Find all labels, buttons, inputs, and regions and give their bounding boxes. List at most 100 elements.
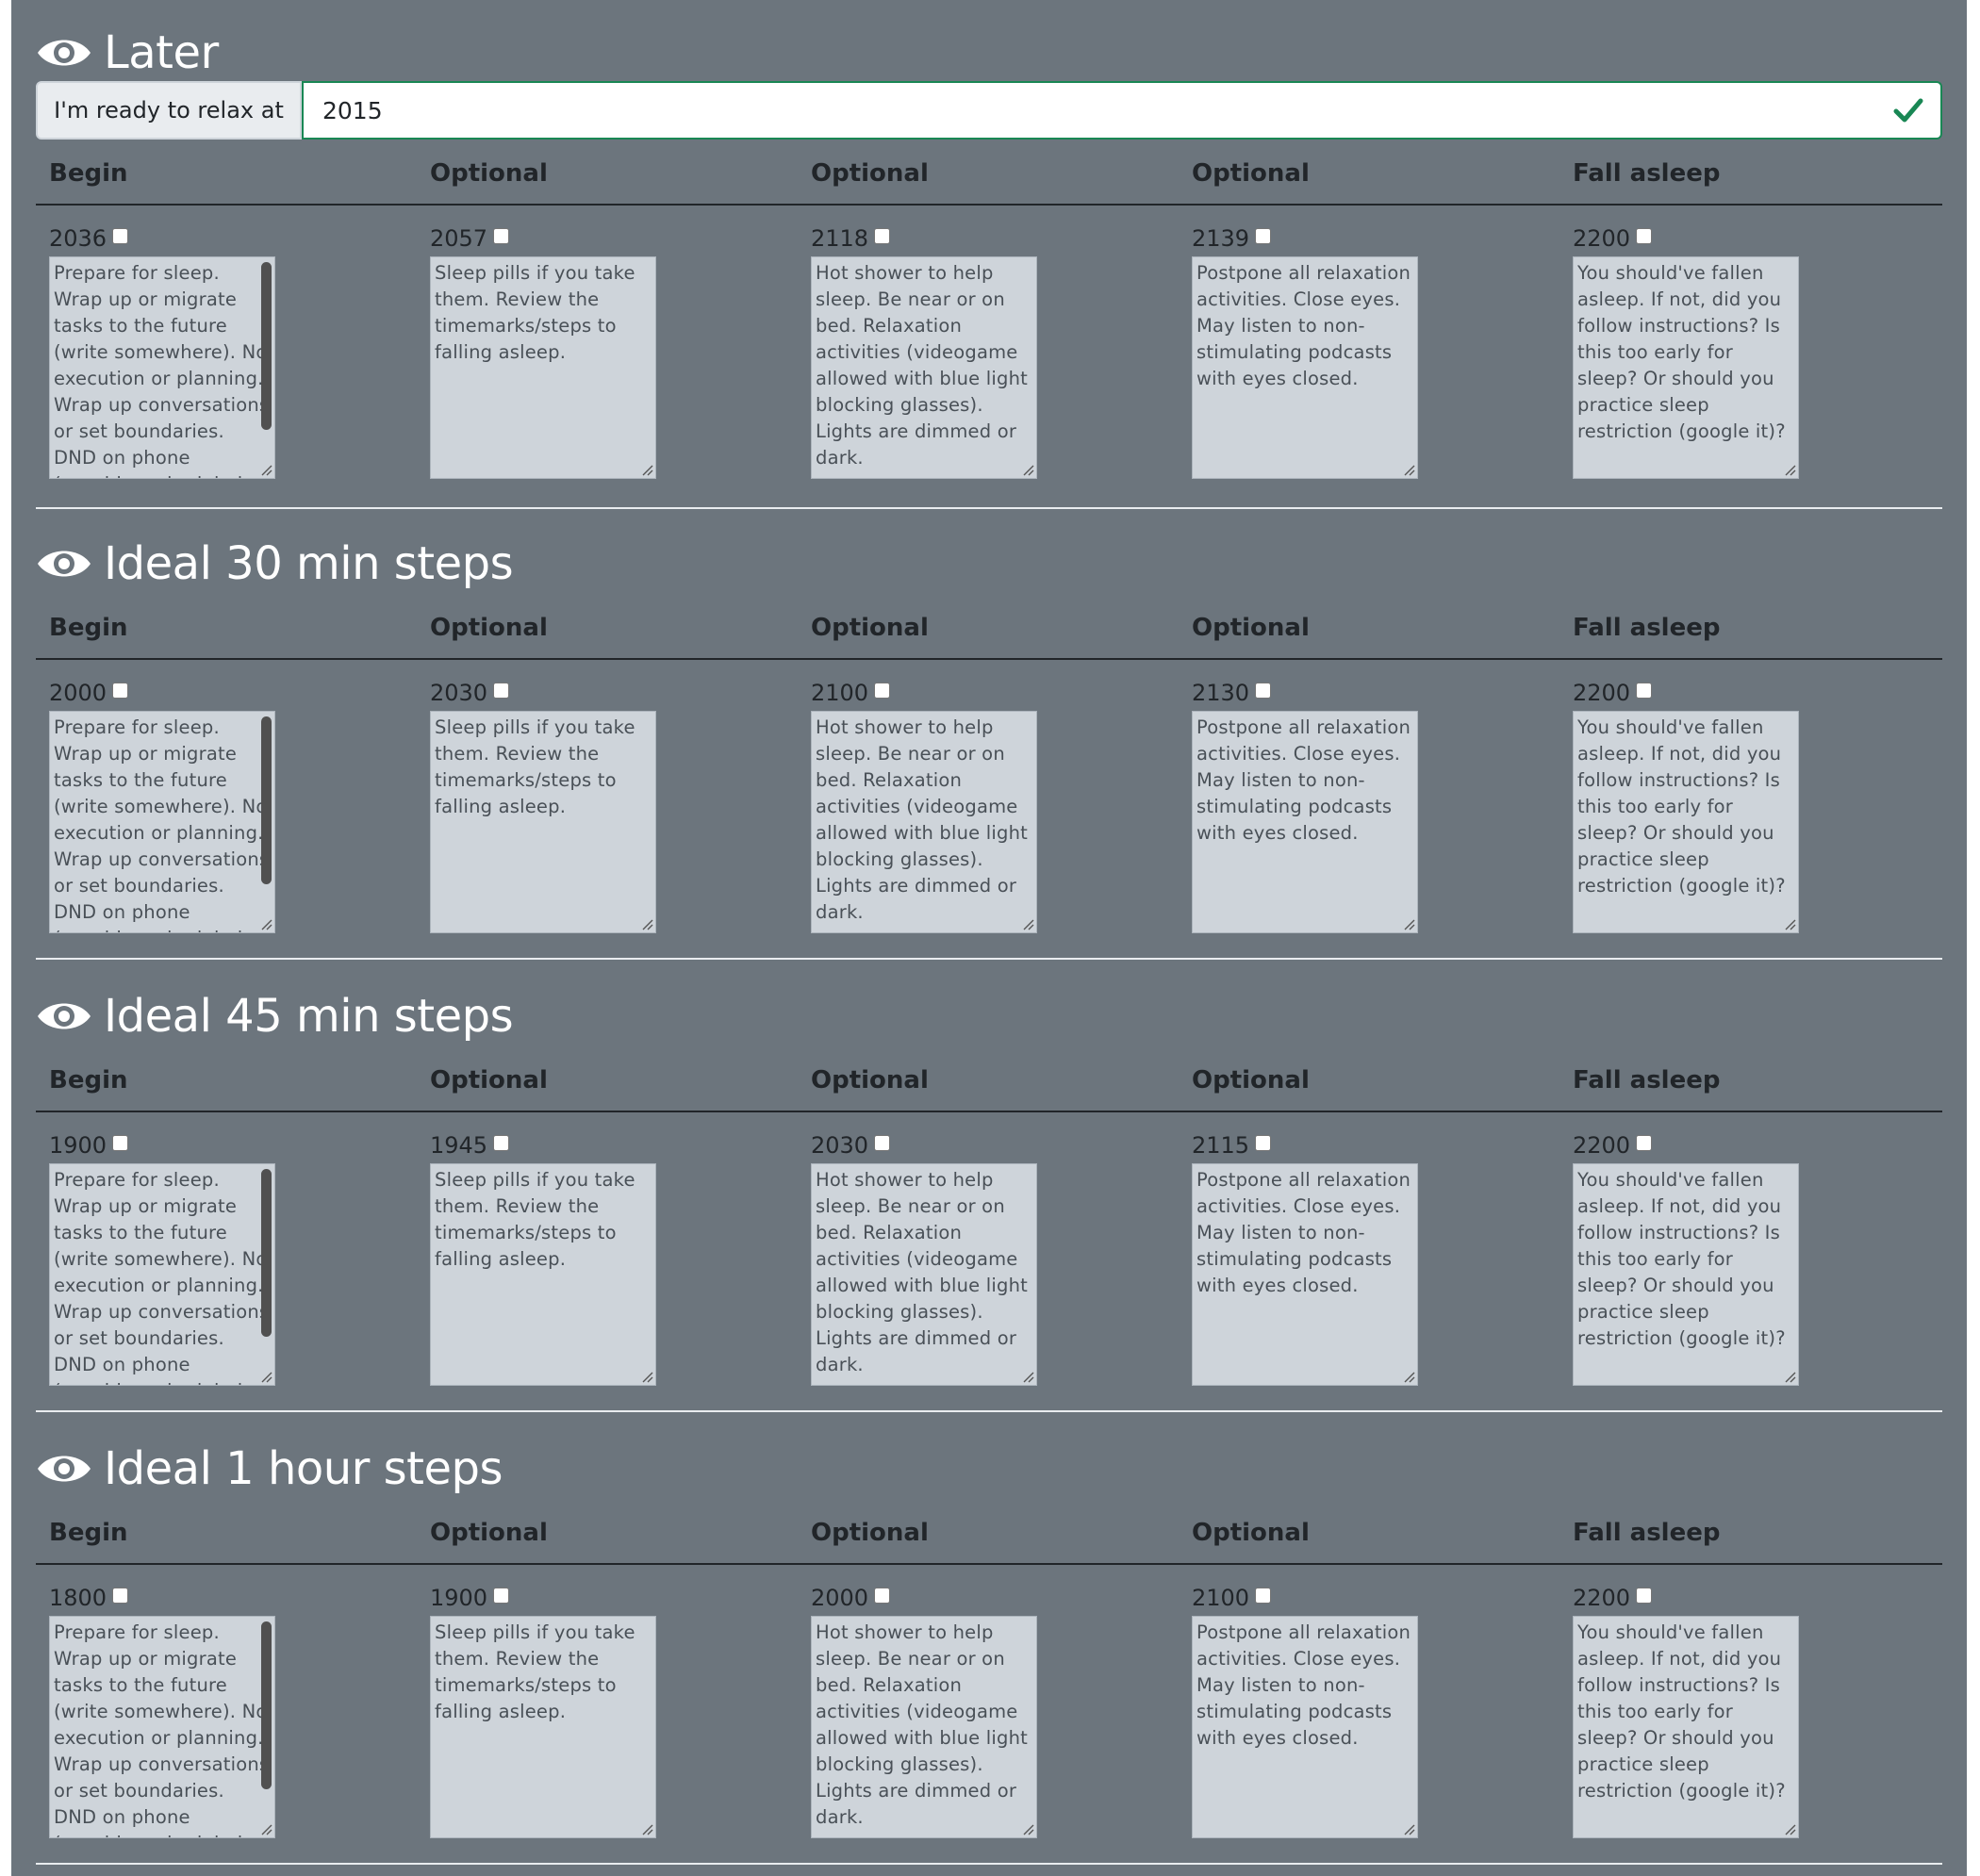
step-done-checkbox[interactable] xyxy=(112,682,129,699)
step-done-checkbox[interactable] xyxy=(112,227,129,244)
step-time-row: 2200 xyxy=(1573,222,1940,255)
step-time: 2200 xyxy=(1573,680,1631,706)
column-header-begin: Begin xyxy=(49,159,128,188)
step-notes-textarea[interactable]: You should've fallen asleep. If not, did… xyxy=(1573,1163,1799,1386)
step-done-checkbox[interactable] xyxy=(874,1134,891,1151)
step-notes-textarea[interactable]: Hot shower to help sleep. Be near or on … xyxy=(811,1163,1037,1386)
step-time-row: 2000 xyxy=(811,1582,1179,1614)
section-heading: Ideal 1 hour steps xyxy=(36,1439,503,1499)
step-time-row: 2118 xyxy=(811,222,1179,255)
resize-grip-icon[interactable] xyxy=(1402,1370,1415,1383)
column-header-optional-2: Optional xyxy=(811,159,929,188)
step-notes-textarea[interactable]: Hot shower to help sleep. Be near or on … xyxy=(811,256,1037,479)
step-done-checkbox[interactable] xyxy=(874,1587,891,1604)
eye-icon xyxy=(38,1456,91,1482)
step-notes-textarea[interactable]: Hot shower to help sleep. Be near or on … xyxy=(811,711,1037,933)
resize-grip-icon[interactable] xyxy=(1783,1822,1796,1835)
step-notes-textarea[interactable]: Prepare for sleep. Wrap up or migrate ta… xyxy=(49,711,275,933)
step-time: 2000 xyxy=(49,680,107,706)
step-done-checkbox[interactable] xyxy=(1636,1134,1653,1151)
step-time: 2118 xyxy=(811,225,869,252)
step-notes-textarea[interactable]: You should've fallen asleep. If not, did… xyxy=(1573,711,1799,933)
step-cell-optional-3: 2130 Postpone all relaxation activities. … xyxy=(1179,677,1559,933)
step-time-row: 2000 xyxy=(49,677,417,709)
column-header-begin: Begin xyxy=(49,1066,128,1094)
step-done-checkbox[interactable] xyxy=(1636,1587,1653,1604)
step-done-checkbox[interactable] xyxy=(1255,1134,1272,1151)
resize-grip-icon[interactable] xyxy=(640,1370,653,1383)
resize-grip-icon[interactable] xyxy=(259,1822,272,1835)
step-time: 1900 xyxy=(49,1132,107,1159)
step-done-checkbox[interactable] xyxy=(1255,227,1272,244)
step-notes-textarea[interactable]: Postpone all relaxation activities. Clos… xyxy=(1192,711,1418,933)
resize-grip-icon[interactable] xyxy=(1783,1370,1796,1383)
step-notes-text: Sleep pills if you take them. Review the… xyxy=(435,1169,635,1270)
resize-grip-icon[interactable] xyxy=(640,1822,653,1835)
relax-time-field[interactable] xyxy=(302,81,1942,140)
resize-grip-icon[interactable] xyxy=(1402,917,1415,930)
step-notes-textarea[interactable]: Postpone all relaxation activities. Clos… xyxy=(1192,1163,1418,1386)
step-cell-fall-asleep: 2200 You should've fallen asleep. If not,… xyxy=(1559,677,1940,933)
step-notes-textarea[interactable]: Hot shower to help sleep. Be near or on … xyxy=(811,1616,1037,1838)
textarea-scrollbar[interactable] xyxy=(261,1621,272,1789)
step-cell-optional-2: 2100 Hot shower to help sleep. Be near or… xyxy=(798,677,1179,933)
resize-grip-icon[interactable] xyxy=(1021,1822,1034,1835)
column-header-optional-1: Optional xyxy=(430,614,548,642)
resize-grip-icon[interactable] xyxy=(1021,463,1034,476)
step-done-checkbox[interactable] xyxy=(493,682,510,699)
step-notes-textarea[interactable]: Prepare for sleep. Wrap up or migrate ta… xyxy=(49,256,275,479)
step-notes-text: Postpone all relaxation activities. Clos… xyxy=(1196,1169,1411,1296)
resize-grip-icon[interactable] xyxy=(1402,463,1415,476)
step-notes-textarea[interactable]: Postpone all relaxation activities. Clos… xyxy=(1192,256,1418,479)
column-headers: Begin Optional Optional Optional Fall asleep xyxy=(36,600,1942,660)
step-notes-textarea[interactable]: You should've fallen asleep. If not, did… xyxy=(1573,256,1799,479)
step-done-checkbox[interactable] xyxy=(112,1134,129,1151)
step-done-checkbox[interactable] xyxy=(493,1134,510,1151)
step-done-checkbox[interactable] xyxy=(1255,682,1272,699)
step-time-row: 1945 xyxy=(430,1129,798,1161)
step-notes-textarea[interactable]: Sleep pills if you take them. Review the… xyxy=(430,1163,656,1386)
resize-grip-icon[interactable] xyxy=(1021,1370,1034,1383)
step-time-row: 2200 xyxy=(1573,677,1940,709)
resize-grip-icon[interactable] xyxy=(259,917,272,930)
step-time: 2130 xyxy=(1192,680,1250,706)
step-notes-textarea[interactable]: Sleep pills if you take them. Review the… xyxy=(430,256,656,479)
resize-grip-icon[interactable] xyxy=(1021,917,1034,930)
resize-grip-icon[interactable] xyxy=(1402,1822,1415,1835)
relax-time-input[interactable] xyxy=(304,83,1940,138)
step-notes-text: Postpone all relaxation activities. Clos… xyxy=(1196,262,1411,389)
textarea-scrollbar[interactable] xyxy=(261,1169,272,1337)
section-heading: Later xyxy=(36,23,219,83)
textarea-scrollbar[interactable] xyxy=(261,716,272,884)
step-done-checkbox[interactable] xyxy=(493,227,510,244)
textarea-scrollbar[interactable] xyxy=(261,262,272,430)
step-done-checkbox[interactable] xyxy=(1255,1587,1272,1604)
step-time: 2200 xyxy=(1573,225,1631,252)
step-done-checkbox[interactable] xyxy=(112,1587,129,1604)
column-header-optional-2: Optional xyxy=(811,614,929,642)
column-header-optional-1: Optional xyxy=(430,1519,548,1547)
resize-grip-icon[interactable] xyxy=(640,917,653,930)
step-time-row: 2139 xyxy=(1192,222,1559,255)
step-notes-textarea[interactable]: Sleep pills if you take them. Review the… xyxy=(430,1616,656,1838)
resize-grip-icon[interactable] xyxy=(259,1370,272,1383)
resize-grip-icon[interactable] xyxy=(640,463,653,476)
step-notes-textarea[interactable]: Prepare for sleep. Wrap up or migrate ta… xyxy=(49,1163,275,1386)
step-time-row: 2200 xyxy=(1573,1582,1940,1614)
column-header-optional-1: Optional xyxy=(430,1066,548,1094)
step-time-row: 2100 xyxy=(1192,1582,1559,1614)
step-done-checkbox[interactable] xyxy=(874,682,891,699)
step-notes-text: Sleep pills if you take them. Review the… xyxy=(435,716,635,817)
step-notes-textarea[interactable]: Sleep pills if you take them. Review the… xyxy=(430,711,656,933)
step-notes-textarea[interactable]: Postpone all relaxation activities. Clos… xyxy=(1192,1616,1418,1838)
step-notes-textarea[interactable]: Prepare for sleep. Wrap up or migrate ta… xyxy=(49,1616,275,1838)
step-done-checkbox[interactable] xyxy=(874,227,891,244)
resize-grip-icon[interactable] xyxy=(259,463,272,476)
step-done-checkbox[interactable] xyxy=(493,1587,510,1604)
resize-grip-icon[interactable] xyxy=(1783,463,1796,476)
step-done-checkbox[interactable] xyxy=(1636,682,1653,699)
step-notes-textarea[interactable]: You should've fallen asleep. If not, did… xyxy=(1573,1616,1799,1838)
step-done-checkbox[interactable] xyxy=(1636,227,1653,244)
resize-grip-icon[interactable] xyxy=(1783,917,1796,930)
section-title: Ideal 30 min steps xyxy=(104,537,514,590)
